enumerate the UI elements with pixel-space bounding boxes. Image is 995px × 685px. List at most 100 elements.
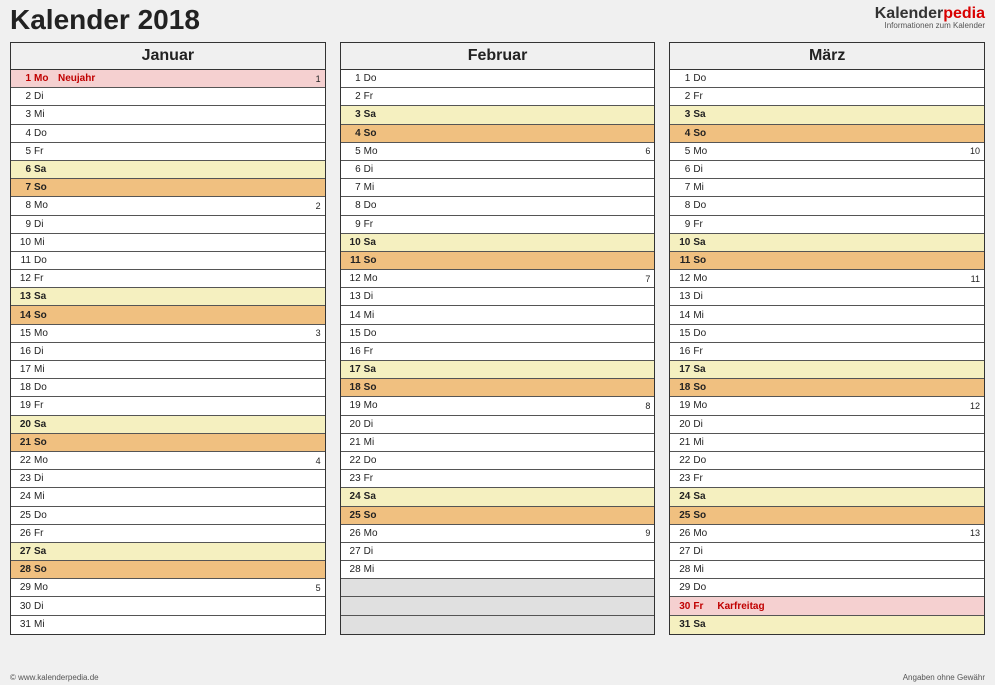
day-weekday: Di [364,164,388,175]
month-header: März [670,43,984,70]
day-row: 26Fr [11,525,325,543]
day-row: 22Do [341,452,655,470]
day-number: 10 [341,237,364,248]
day-weekday: Di [693,546,717,557]
day-number: 12 [341,273,364,284]
day-number: 18 [11,382,34,393]
day-row: 13Di [341,288,655,306]
brand-sub: Informationen zum Kalender [875,22,985,30]
day-number: 1 [670,73,693,84]
day-weekday: Di [34,219,58,230]
day-number: 8 [341,200,364,211]
day-number: 22 [11,455,34,466]
day-row: 26Mo13 [670,525,984,543]
footer-left: © www.kalenderpedia.de [10,673,99,682]
day-weekday: Fr [693,601,717,612]
day-row: 5Mo10 [670,143,984,161]
day-weekday: Mi [364,182,388,193]
day-weekday: Mi [364,437,388,448]
day-row: 11Do [11,252,325,270]
day-weekday: Do [693,328,717,339]
day-row [341,616,655,634]
day-weekday: Mo [34,328,58,339]
day-row: 24Sa [670,488,984,506]
day-number: 23 [341,473,364,484]
day-number: 13 [11,291,34,302]
day-number: 6 [670,164,693,175]
day-weekday: Fr [34,400,58,411]
day-number: 25 [11,510,34,521]
day-weekday: Do [364,200,388,211]
day-number: 13 [341,291,364,302]
day-row: 16Fr [341,343,655,361]
day-row: 16Di [11,343,325,361]
month-column: März1Do2Fr3Sa4So5Mo106Di7Mi8Do9Fr10Sa11S… [669,42,985,635]
day-number: 25 [341,510,364,521]
day-weekday: Mo [34,73,58,84]
day-weekday: Sa [34,419,58,430]
day-row: 14Mi [670,306,984,324]
brand-name-part2: pedia [943,5,985,22]
day-weekday: Sa [693,619,717,630]
day-weekday: Fr [34,273,58,284]
day-weekday: So [34,564,58,575]
day-number: 18 [341,382,364,393]
brand-name: Kalenderpedia [875,6,985,22]
day-number: 3 [670,109,693,120]
day-number: 2 [670,91,693,102]
day-number: 16 [341,346,364,357]
day-number: 23 [11,473,34,484]
day-row: 7Mi [670,179,984,197]
day-weekday: Mi [34,237,58,248]
day-number: 21 [341,437,364,448]
day-row: 24Mi [11,488,325,506]
week-number: 3 [303,328,325,338]
week-number: 11 [962,274,984,284]
day-weekday: Fr [364,91,388,102]
day-weekday: Sa [364,237,388,248]
day-number: 8 [11,200,34,211]
day-row: 10Mi [11,234,325,252]
day-weekday: Di [693,419,717,430]
day-number: 19 [670,400,693,411]
day-weekday: Mo [693,400,717,411]
day-number: 29 [11,582,34,593]
day-weekday: Sa [34,546,58,557]
day-weekday: Do [34,128,58,139]
day-row: 7So [11,179,325,197]
day-number: 5 [11,146,34,157]
day-weekday: So [693,382,717,393]
day-number: 24 [341,491,364,502]
day-number: 13 [670,291,693,302]
month-header: Januar [11,43,325,70]
day-weekday: Sa [364,491,388,502]
day-row: 27Di [341,543,655,561]
day-weekday: So [364,128,388,139]
day-number: 1 [341,73,364,84]
day-row: 9Fr [670,216,984,234]
months-container: Januar1MoNeujahr12Di3Mi4Do5Fr6Sa7So8Mo29… [0,36,995,635]
day-number: 9 [11,219,34,230]
week-number: 10 [962,146,984,156]
day-number: 11 [11,255,34,266]
day-number: 31 [670,619,693,630]
day-weekday: Mi [693,437,717,448]
day-row: 11So [670,252,984,270]
day-weekday: So [693,510,717,521]
day-weekday: Mo [364,146,388,157]
day-number: 14 [670,310,693,321]
day-row: 30FrKarfreitag [670,597,984,615]
day-number: 15 [11,328,34,339]
day-row: 20Sa [11,416,325,434]
footer: © www.kalenderpedia.de Angaben ohne Gewä… [10,673,985,682]
day-row: 22Mo4 [11,452,325,470]
day-number: 19 [11,400,34,411]
day-note: Neujahr [58,73,303,84]
day-row: 5Fr [11,143,325,161]
day-weekday: Mo [364,273,388,284]
day-row: 18So [341,379,655,397]
day-weekday: Sa [34,164,58,175]
day-row: 8Mo2 [11,197,325,215]
month-column: Februar1Do2Fr3Sa4So5Mo66Di7Mi8Do9Fr10Sa1… [340,42,656,635]
day-weekday: Di [364,546,388,557]
